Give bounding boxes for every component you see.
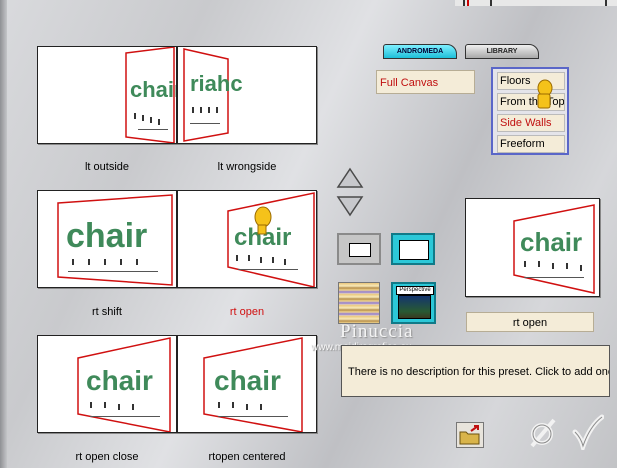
preset-thumb-rt-open-close[interactable]: chair — [37, 335, 177, 433]
preset-label-selected: rt open — [229, 306, 265, 318]
open-folder-button[interactable] — [456, 422, 484, 448]
preset-thumb-lt-outside[interactable]: chair — [37, 46, 177, 144]
preset-thumb-rtopen-centered[interactable]: chair — [177, 335, 317, 433]
checkmark-icon[interactable] — [572, 414, 604, 450]
thumb-art: chair — [57, 194, 173, 286]
submenu-item-freeform[interactable]: Freeform — [497, 135, 565, 153]
description-box[interactable]: There is no description for this preset.… — [341, 345, 610, 397]
preview-art: chair — [513, 204, 595, 294]
watermark-title: Pinuccia — [340, 321, 414, 342]
arrow-down-icon[interactable] — [336, 195, 364, 217]
perspective-label: Perspective — [396, 286, 434, 295]
texture-button[interactable] — [338, 282, 380, 324]
perspective-thumbnail — [398, 295, 431, 319]
preset-thumb-lt-wrongside[interactable]: riahc — [177, 46, 317, 144]
preset-label: rt shift — [92, 306, 122, 318]
preset-label: rtopen centered — [208, 451, 286, 463]
hand-cursor-icon — [537, 79, 553, 109]
thumb-word: chair — [214, 365, 281, 396]
preset-label: rt open close — [75, 451, 139, 463]
arrow-up-icon[interactable] — [336, 167, 364, 189]
thumb-art: chair — [77, 337, 171, 432]
folder-icon — [459, 425, 480, 445]
category-full-canvas[interactable]: Full Canvas — [376, 70, 475, 94]
fullframe-mode-button[interactable] — [391, 233, 435, 265]
preview-image: chair — [465, 198, 600, 297]
category-submenu: Floors From the Top Side Walls Freeform — [491, 67, 569, 155]
thumb-art: chair — [125, 47, 176, 143]
thumb-word: chair — [130, 77, 176, 102]
preset-name-field[interactable]: rt open — [466, 312, 594, 332]
top-strip — [455, 0, 617, 6]
perspective-button[interactable]: Perspective — [391, 282, 436, 324]
preset-label: lt wrongside — [217, 161, 277, 173]
thumb-word: riahc — [190, 71, 243, 96]
preset-thumb-rt-open[interactable]: chair — [177, 190, 317, 288]
thumb-art: chair — [203, 337, 303, 432]
null-icon[interactable] — [528, 416, 558, 450]
thumb-word: chair — [66, 217, 147, 255]
thumb-art: riahc — [183, 48, 243, 142]
window-left-edge — [0, 0, 7, 468]
preset-thumb-rt-shift[interactable]: chair — [37, 190, 177, 288]
thumb-art: chair — [227, 192, 315, 287]
thumb-word: chair — [86, 365, 153, 396]
window-mode-button[interactable] — [337, 233, 381, 265]
submenu-item-side-walls[interactable]: Side Walls — [497, 114, 565, 132]
tab-library[interactable]: LIBRARY — [465, 44, 539, 59]
preset-label: lt outside — [84, 161, 130, 173]
tab-andromeda[interactable]: ANDROMEDA — [383, 44, 457, 59]
preview-word: chair — [520, 227, 582, 257]
